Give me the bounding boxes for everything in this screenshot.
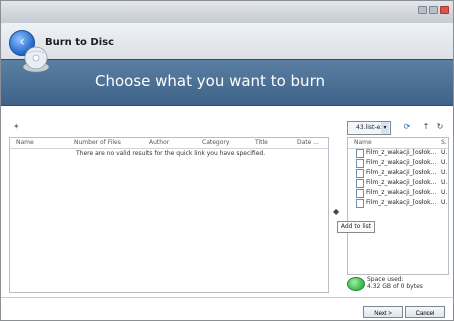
space-used-indicator: [347, 277, 365, 291]
column-name[interactable]: Name: [16, 139, 34, 146]
burn-column-status[interactable]: S.: [441, 139, 447, 146]
space-used-label: Space used:: [367, 276, 404, 283]
refresh-icon[interactable]: ⟳: [402, 122, 412, 132]
window-titlebar: [1, 1, 453, 24]
add-to-list-arrow-icon[interactable]: ◆: [333, 207, 339, 216]
list-item[interactable]: Film_z_wakacji_[osłok... U.: [356, 148, 447, 158]
close-icon[interactable]: [440, 6, 449, 14]
move-up-icon[interactable]: ↑: [421, 122, 431, 132]
column-category[interactable]: Category: [202, 139, 229, 146]
list-item[interactable]: Film_z_wakacji_[osłok... U.: [356, 198, 447, 208]
file-icon: [356, 149, 364, 158]
burn-column-name[interactable]: Name: [354, 139, 372, 146]
disc-drive-icon: [22, 46, 50, 73]
burn-source-list: Name Number of Files Author Category Tit…: [9, 137, 329, 293]
right-toolbar: 43.list-ex ▾ ⟳ ↑ ↻: [347, 121, 449, 135]
window-controls: [418, 6, 449, 14]
column-number-of-files[interactable]: Number of Files: [74, 139, 121, 146]
column-title[interactable]: Title: [255, 139, 268, 146]
window-title: Burn to Disc: [45, 37, 115, 48]
next-button[interactable]: Next >: [363, 306, 403, 318]
file-icon: [356, 169, 364, 178]
file-icon: [356, 189, 364, 198]
file-icon: [356, 199, 364, 208]
minimize-icon[interactable]: [418, 6, 427, 14]
footer-divider: [1, 297, 453, 298]
list-header: Name Number of Files Author Category Tit…: [10, 138, 328, 149]
add-to-list-tooltip: Add to list: [337, 221, 375, 233]
options-icon[interactable]: ✦: [13, 122, 20, 131]
cancel-button[interactable]: Cancel: [405, 306, 445, 318]
file-icon: [356, 159, 364, 168]
list-dropdown-value: 43.list-ex: [356, 124, 384, 131]
column-author[interactable]: Author: [149, 139, 169, 146]
empty-results-message: There are no valid results for the quick…: [76, 150, 266, 157]
banner-title: Choose what you want to burn: [95, 72, 325, 90]
space-used-panel: Space used: 4.32 GB of 0 bytes: [347, 275, 447, 295]
burn-list-panel: Name S. Film_z_wakacji_[osłok... U. Film…: [347, 137, 449, 275]
column-date[interactable]: Date ...: [297, 139, 319, 146]
list-item[interactable]: Film_z_wakacji_[osłok... U.: [356, 168, 447, 178]
space-used-value: 4.32 GB of 0 bytes: [367, 283, 423, 290]
maximize-icon[interactable]: [429, 6, 438, 14]
left-toolbar: ✦: [9, 119, 327, 133]
list-dropdown[interactable]: 43.list-ex ▾: [347, 121, 391, 135]
file-icon: [356, 179, 364, 188]
wizard-banner: Choose what you want to burn: [1, 59, 453, 106]
list-item[interactable]: Film_z_wakacji_[osłok... U.: [356, 188, 447, 198]
list-item[interactable]: Film_z_wakacji_[osłok... U.: [356, 158, 447, 168]
list-item[interactable]: Film_z_wakacji_[osłok... U.: [356, 178, 447, 188]
burn-to-disc-window: ‹ Burn to Disc Choose what you want to b…: [0, 0, 454, 321]
rotate-icon[interactable]: ↻: [435, 122, 445, 132]
chevron-down-icon: ▾: [381, 122, 389, 134]
